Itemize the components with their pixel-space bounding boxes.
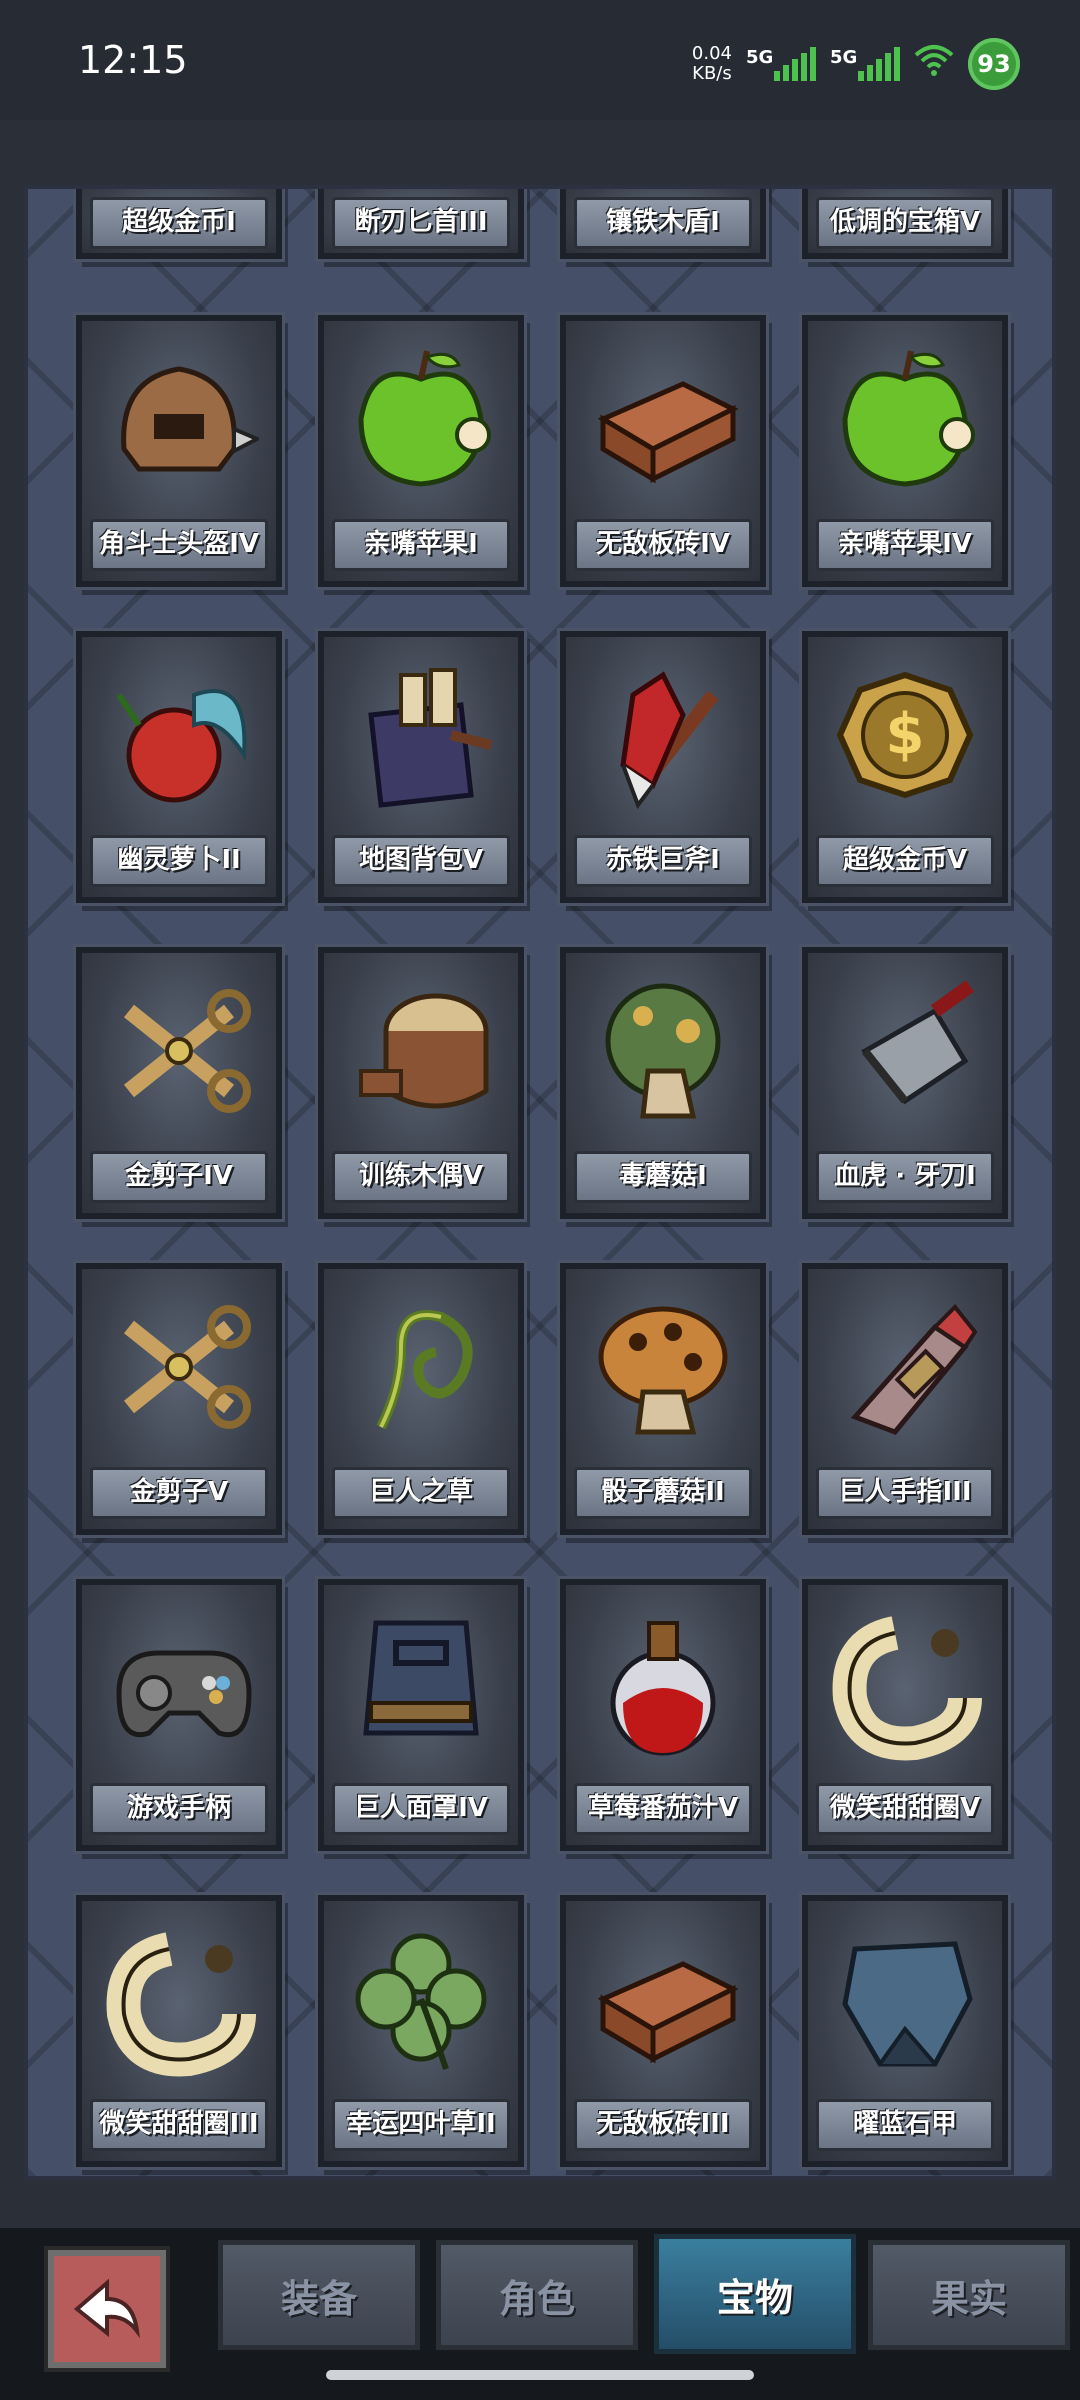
apple-icon (341, 339, 501, 499)
giant-finger-icon (825, 1287, 985, 1447)
treasure-card[interactable]: 金剪子IV (76, 947, 282, 1219)
treasure-name: 巨人之草 (332, 1467, 510, 1519)
wooden-dummy-icon (341, 971, 501, 1131)
treasure-name: 镶铁木盾I (574, 197, 752, 249)
treasure-card[interactable]: 地图背包V (318, 631, 524, 903)
brick-icon (583, 1919, 743, 2079)
treasure-name: 无敌板砖IV (574, 519, 752, 571)
treasure-name: 亲嘴苹果I (332, 519, 510, 571)
cleaver-icon (825, 971, 985, 1131)
treasure-card[interactable]: 曜蓝石甲 (802, 1895, 1008, 2167)
treasure-name: 微笑甜甜圈III (90, 2099, 268, 2151)
treasure-card[interactable]: 断刃匕首III (318, 189, 524, 259)
donut-icon (99, 1919, 259, 2079)
scissors-icon (99, 971, 259, 1131)
treasure-name: 草莓番茄汁V (574, 1783, 752, 1835)
armor-icon (825, 1919, 985, 2079)
home-indicator[interactable] (326, 2370, 754, 2380)
treasure-name: 角斗士头盔IV (90, 519, 268, 571)
treasure-name: 幽灵萝卜II (90, 835, 268, 887)
treasure-name: 巨人手指III (816, 1467, 994, 1519)
treasure-card[interactable]: 幸运四叶草II (318, 1895, 524, 2167)
svg-text:$: $ (886, 702, 925, 767)
treasure-card[interactable]: 幽灵萝卜II (76, 631, 282, 903)
radish-icon (99, 655, 259, 815)
treasure-card[interactable]: 血虎 · 牙刀I (802, 947, 1008, 1219)
treasure-name: 游戏手柄 (90, 1783, 268, 1835)
treasure-card[interactable]: 游戏手柄 (76, 1579, 282, 1851)
poison-mushroom-icon (583, 971, 743, 1131)
treasure-card[interactable]: 微笑甜甜圈V (802, 1579, 1008, 1851)
tab-3[interactable]: 果实 (868, 2240, 1070, 2350)
treasure-card[interactable]: 巨人之草 (318, 1263, 524, 1535)
treasure-name: 微笑甜甜圈V (816, 1783, 994, 1835)
dice-mushroom-icon (583, 1287, 743, 1447)
wifi-icon (914, 43, 954, 86)
treasure-name: 金剪子IV (90, 1151, 268, 1203)
battery-icon: 93 (968, 38, 1020, 90)
treasure-name: 骰子蘑菇II (574, 1467, 752, 1519)
treasure-card[interactable]: 巨人面罩IV (318, 1579, 524, 1851)
scissors-icon (99, 1287, 259, 1447)
treasure-name: 亲嘴苹果IV (816, 519, 994, 571)
treasure-panel[interactable]: 超级金币I 断刃匕首III 镶铁木盾I 低调的宝箱V 角斗士头盔IV 亲嘴苹果I 无敌板砖I… (24, 185, 1056, 2180)
status-icons: 0.04 KB/s 5G 5G 93 (692, 38, 1020, 90)
donut-icon (825, 1603, 985, 1763)
treasure-card[interactable]: 赤铁巨斧I (560, 631, 766, 903)
treasure-card[interactable]: 骰子蘑菇II (560, 1263, 766, 1535)
treasure-card[interactable]: 草莓番茄汁V (560, 1579, 766, 1851)
gamepad-icon (99, 1603, 259, 1763)
status-time: 12:15 (78, 38, 188, 82)
treasure-name: 低调的宝箱V (816, 197, 994, 249)
axe-icon (583, 655, 743, 815)
giant-mask-icon (341, 1603, 501, 1763)
giant-grass-icon (341, 1287, 501, 1447)
treasure-name: 巨人面罩IV (332, 1783, 510, 1835)
signal-icon: 5G (830, 47, 900, 81)
potion-icon (583, 1603, 743, 1763)
treasure-name: 毒蘑菇I (574, 1151, 752, 1203)
treasure-card[interactable]: 毒蘑菇I (560, 947, 766, 1219)
treasure-name: 血虎 · 牙刀I (816, 1151, 994, 1203)
treasure-card[interactable]: 无敌板砖IV (560, 315, 766, 587)
treasure-name: 无敌板砖III (574, 2099, 752, 2151)
signal-icon: 5G (746, 47, 816, 81)
apple-icon (825, 339, 985, 499)
treasure-card[interactable]: 亲嘴苹果IV (802, 315, 1008, 587)
network-speed: 0.04 KB/s (691, 43, 732, 84)
treasure-name: 断刃匕首III (332, 197, 510, 249)
treasure-card[interactable]: 角斗士头盔IV (76, 315, 282, 587)
brick-icon (583, 339, 743, 499)
treasure-name: 曜蓝石甲 (816, 2099, 994, 2151)
treasure-name: 金剪子V (90, 1467, 268, 1519)
clover-icon (341, 1919, 501, 2079)
treasure-name: 训练木偶V (332, 1151, 510, 1203)
treasure-card[interactable]: 微笑甜甜圈III (76, 1895, 282, 2167)
treasure-card[interactable]: 超级金币I (76, 189, 282, 259)
back-arrow-icon (73, 2278, 140, 2339)
tab-2[interactable]: 宝物 (654, 2234, 856, 2354)
back-button[interactable] (48, 2250, 166, 2368)
treasure-card[interactable]: 亲嘴苹果I (318, 315, 524, 587)
map-bag-icon (341, 655, 501, 815)
treasure-card[interactable]: 镶铁木盾I (560, 189, 766, 259)
treasure-card[interactable]: 无敌板砖III (560, 1895, 766, 2167)
status-bar: 12:15 0.04 KB/s 5G 5G 93 (0, 0, 1080, 120)
tab-1[interactable]: 角色 (436, 2240, 638, 2350)
treasure-name: 地图背包V (332, 835, 510, 887)
treasure-card[interactable]: 低调的宝箱V (802, 189, 1008, 259)
treasure-card[interactable]: 巨人手指III (802, 1263, 1008, 1535)
treasure-grid: 超级金币I 断刃匕首III 镶铁木盾I 低调的宝箱V 角斗士头盔IV 亲嘴苹果I 无敌板砖I… (28, 189, 1052, 2176)
tab-0[interactable]: 装备 (218, 2240, 420, 2350)
helmet-icon (99, 339, 259, 499)
treasure-name: 赤铁巨斧I (574, 835, 752, 887)
treasure-card[interactable]: 金剪子V (76, 1263, 282, 1535)
treasure-card[interactable]: 训练木偶V (318, 947, 524, 1219)
treasure-card[interactable]: $ 超级金币V (802, 631, 1008, 903)
treasure-name: 幸运四叶草II (332, 2099, 510, 2151)
gold-coin-icon: $ (825, 655, 985, 815)
treasure-name: 超级金币V (816, 835, 994, 887)
treasure-name: 超级金币I (90, 197, 268, 249)
